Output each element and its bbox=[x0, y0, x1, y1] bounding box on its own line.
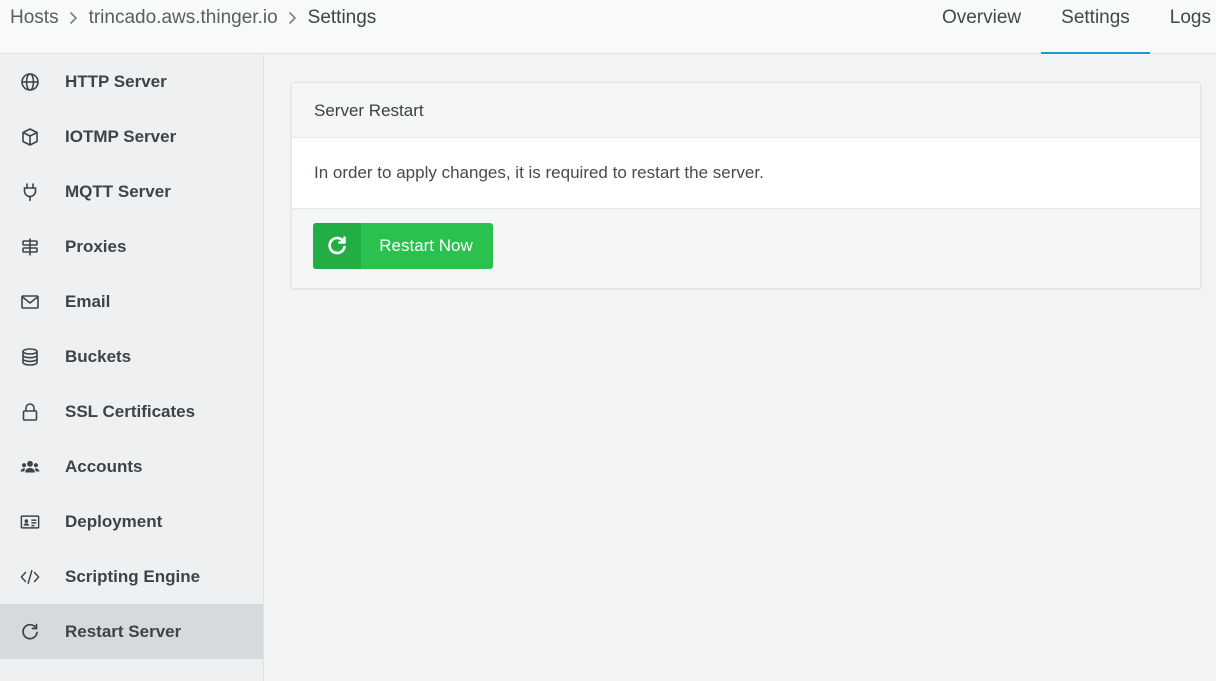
sidebar-item-email[interactable]: Email bbox=[0, 274, 263, 329]
sidebar-item-label: SSL Certificates bbox=[65, 401, 196, 421]
plug-icon bbox=[20, 182, 40, 202]
sidebar-item-scripting-engine[interactable]: Scripting Engine bbox=[0, 549, 263, 604]
sidebar-item-mqtt-server[interactable]: MQTT Server bbox=[0, 164, 263, 219]
card-message: In order to apply changes, it is require… bbox=[314, 163, 764, 182]
id-card-icon bbox=[20, 512, 40, 532]
breadcrumb-host[interactable]: trincado.aws.thinger.io bbox=[89, 7, 278, 29]
globe-icon bbox=[20, 72, 40, 92]
sidebar-item-buckets[interactable]: Buckets bbox=[0, 329, 263, 384]
tab-logs[interactable]: Logs bbox=[1150, 0, 1216, 54]
sidebar-item-label: Buckets bbox=[65, 346, 132, 366]
breadcrumb: Hosts trincado.aws.thinger.io Settings bbox=[10, 0, 376, 36]
tab-overview[interactable]: Overview bbox=[922, 0, 1041, 54]
sidebar-item-label: MQTT Server bbox=[65, 181, 171, 201]
code-icon bbox=[20, 567, 40, 587]
chevron-right-icon bbox=[278, 11, 308, 25]
sidebar: HTTP Server IOTMP Server MQTT Server Pro… bbox=[0, 54, 264, 681]
cube-icon bbox=[20, 127, 40, 147]
card-title: Server Restart bbox=[314, 101, 424, 120]
card-header: Server Restart bbox=[292, 83, 1200, 138]
envelope-icon bbox=[20, 292, 40, 312]
sidebar-item-ssl-certificates[interactable]: SSL Certificates bbox=[0, 384, 263, 439]
sidebar-item-label: Proxies bbox=[65, 236, 127, 256]
breadcrumb-hosts[interactable]: Hosts bbox=[10, 7, 59, 29]
tab-settings[interactable]: Settings bbox=[1041, 0, 1150, 54]
sidebar-item-label: Email bbox=[65, 291, 111, 311]
sidebar-item-label: Deployment bbox=[65, 511, 163, 531]
lock-icon bbox=[20, 402, 40, 422]
server-restart-card: Server Restart In order to apply changes… bbox=[291, 82, 1201, 289]
restart-now-button[interactable]: Restart Now bbox=[313, 223, 493, 269]
signpost-icon bbox=[20, 237, 40, 257]
sidebar-item-deployment[interactable]: Deployment bbox=[0, 494, 263, 549]
sidebar-item-iotmp-server[interactable]: IOTMP Server bbox=[0, 109, 263, 164]
top-bar: Hosts trincado.aws.thinger.io Settings O… bbox=[0, 0, 1216, 54]
sidebar-item-label: IOTMP Server bbox=[65, 126, 177, 146]
breadcrumb-settings: Settings bbox=[307, 7, 377, 28]
users-icon bbox=[20, 457, 40, 477]
database-icon bbox=[20, 347, 40, 367]
tab-bar: Overview Settings Logs bbox=[922, 0, 1216, 54]
sidebar-item-accounts[interactable]: Accounts bbox=[0, 439, 263, 494]
sidebar-item-label: Scripting Engine bbox=[65, 566, 201, 586]
redo-icon bbox=[313, 223, 361, 269]
sidebar-item-label: Restart Server bbox=[65, 621, 182, 641]
sidebar-item-proxies[interactable]: Proxies bbox=[0, 219, 263, 274]
sidebar-item-label: HTTP Server bbox=[65, 71, 167, 91]
sidebar-item-restart-server[interactable]: Restart Server bbox=[0, 604, 263, 659]
restart-now-label: Restart Now bbox=[379, 236, 473, 255]
sidebar-item-http-server[interactable]: HTTP Server bbox=[0, 54, 263, 109]
redo-icon bbox=[20, 622, 40, 642]
chevron-right-icon bbox=[59, 11, 89, 25]
card-footer: Restart Now bbox=[292, 208, 1200, 288]
sidebar-item-label: Accounts bbox=[65, 456, 143, 476]
